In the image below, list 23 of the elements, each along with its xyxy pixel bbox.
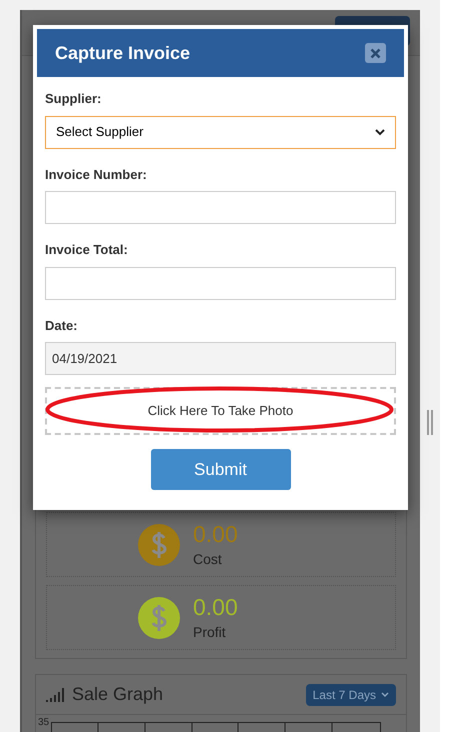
field-label: Invoice Total: bbox=[45, 241, 129, 259]
range-dropdown[interactable]: Last 7 Days bbox=[306, 684, 396, 706]
input-field[interactable]: 04/19/2021 bbox=[45, 342, 396, 375]
supplier-select[interactable]: Select Supplier bbox=[45, 116, 396, 148]
submit-button[interactable]: Submit bbox=[150, 449, 290, 490]
close-icon bbox=[370, 48, 381, 58]
input-field[interactable] bbox=[45, 191, 396, 224]
field-label: Supplier: bbox=[45, 90, 102, 108]
chevron-icon bbox=[381, 692, 389, 697]
panel-title: Sale Graph bbox=[72, 683, 164, 706]
stat-label: Profit bbox=[193, 625, 227, 639]
axis-tick: 35 bbox=[38, 718, 50, 728]
stat-amount: 0.00 bbox=[193, 523, 238, 546]
signal-bars-icon bbox=[46, 688, 64, 702]
modal-title: Capture Invoice bbox=[55, 42, 190, 65]
close-button[interactable] bbox=[365, 43, 386, 63]
chevron-icon bbox=[375, 128, 385, 136]
stat-label: Cost bbox=[193, 552, 223, 566]
field-label: Invoice Number: bbox=[45, 166, 148, 184]
resize-handle[interactable] bbox=[427, 410, 433, 435]
input-field[interactable] bbox=[45, 266, 396, 300]
field-label: Date: bbox=[45, 316, 79, 334]
stat-amount: 0.00 bbox=[193, 596, 238, 619]
